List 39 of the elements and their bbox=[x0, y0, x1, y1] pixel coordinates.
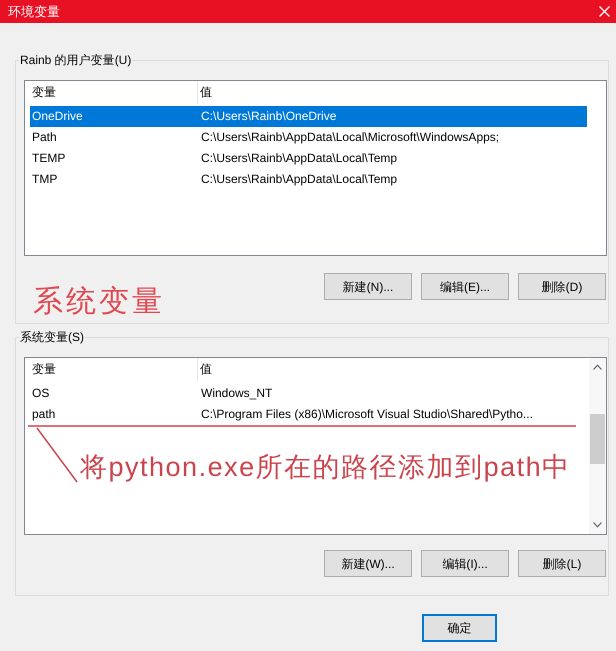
annotation-text: 将python.exe所在的路径添加到path中 bbox=[80, 451, 571, 484]
list-cell-text: C:\Users\Rainb\OneDrive bbox=[200, 109, 336, 124]
list-cell-text: Windows_NT bbox=[200, 386, 272, 401]
list-cell-text: C:\Users\Rainb\AppData\Local\Temp bbox=[200, 172, 398, 187]
edit-button[interactable]: 编辑(I)... bbox=[421, 550, 509, 577]
list-cell-text: path bbox=[31, 407, 56, 422]
list-cell-text: Path bbox=[31, 130, 58, 145]
list-cell-text: C:\Program Files (x86)\Microsoft Visual Studio\Shared\Pytho... bbox=[200, 407, 533, 422]
list-cell-text: C:\Users\Rainb\AppData\Local\Temp bbox=[200, 151, 398, 166]
delete-button[interactable]: 删除(L) bbox=[518, 550, 606, 577]
annotation-text: 系统变量 bbox=[33, 284, 165, 320]
list-cell-text: TMP bbox=[31, 172, 58, 187]
group-label: 系统变量(S) bbox=[19, 330, 85, 345]
list-cell-text: OS bbox=[31, 386, 50, 401]
list-row[interactable]: TMP C:\Users\Rainb\AppData\Local\Temp bbox=[30, 169, 587, 190]
scroll-down-icon[interactable] bbox=[593, 522, 602, 528]
new-button[interactable]: 新建(W)... bbox=[324, 550, 412, 577]
list-row[interactable]: OneDrive C:\Users\Rainb\OneDrive bbox=[30, 106, 587, 127]
column-header[interactable]: 变量 bbox=[25, 358, 198, 381]
list-row[interactable]: TEMP C:\Users\Rainb\AppData\Local\Temp bbox=[30, 148, 587, 169]
new-button[interactable]: 新建(N)... bbox=[324, 273, 412, 300]
scrollbar[interactable] bbox=[589, 358, 606, 534]
column-header[interactable]: 变量 bbox=[25, 81, 198, 104]
list-row[interactable]: path C:\Program Files (x86)\Microsoft Visual Studio\Shared\Pytho... bbox=[30, 404, 587, 425]
list-row[interactable]: Path C:\Users\Rainb\AppData\Local\Microsoft\WindowsApps; bbox=[30, 127, 587, 148]
ok-button[interactable]: 确定 bbox=[422, 614, 497, 642]
close-icon[interactable] bbox=[599, 6, 610, 17]
column-header[interactable]: 值 bbox=[198, 81, 606, 104]
list-row[interactable]: OS Windows_NT bbox=[30, 383, 587, 404]
delete-button[interactable]: 删除(D) bbox=[518, 273, 606, 300]
window-title: 环境变量 bbox=[8, 4, 60, 20]
group-label: Rainb 的用户变量(U) bbox=[19, 53, 132, 68]
scroll-up-icon[interactable] bbox=[593, 364, 602, 370]
column-header[interactable]: 值 bbox=[198, 358, 589, 381]
list-cell-text: OneDrive bbox=[31, 109, 84, 124]
list-cell-text: C:\Users\Rainb\AppData\Local\Microsoft\WindowsApps; bbox=[200, 130, 500, 145]
list-cell-text: TEMP bbox=[31, 151, 66, 166]
edit-button[interactable]: 编辑(E)... bbox=[421, 273, 509, 300]
scrollbar-thumb[interactable] bbox=[590, 414, 605, 464]
